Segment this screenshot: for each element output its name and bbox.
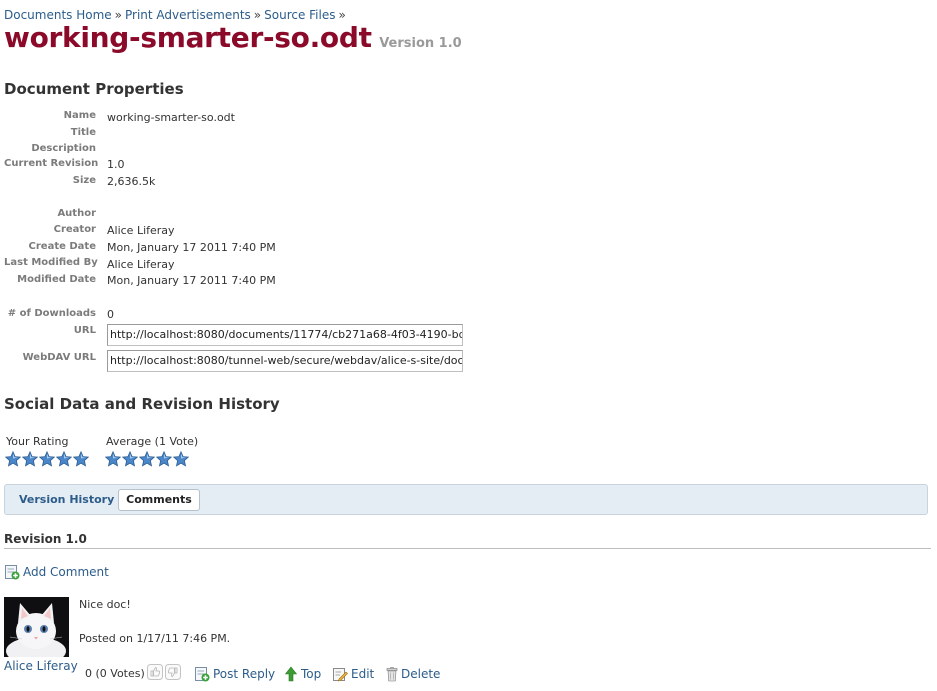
your-rating-stars[interactable]	[5, 451, 90, 467]
breadcrumb-documents-home[interactable]: Documents Home	[4, 8, 112, 22]
edit-label: Edit	[351, 667, 375, 681]
thumbs-down-icon[interactable]	[165, 664, 181, 680]
tab-comments[interactable]: Comments	[118, 489, 200, 511]
add-comment-icon	[5, 565, 20, 580]
cat-avatar-image	[4, 597, 69, 657]
page-title-row: working-smarter-so.odt Version 1.0	[4, 21, 462, 54]
property-label-create-date: Create Date	[28, 241, 96, 252]
property-label-downloads: # of Downloads	[7, 308, 96, 319]
property-label-webdav-url: WebDAV URL	[22, 352, 96, 363]
top-label: Top	[301, 667, 322, 681]
add-comment-label: Add Comment	[23, 565, 109, 579]
edit-icon	[333, 668, 348, 682]
post-reply-icon	[195, 667, 210, 682]
post-reply-button[interactable]: Post Reply	[194, 666, 275, 682]
property-label-modified-date: Modified Date	[17, 274, 96, 285]
edit-button[interactable]: Edit	[332, 666, 374, 682]
average-rating-stars	[105, 451, 190, 467]
your-rating-label: Your Rating	[6, 435, 69, 448]
property-value-downloads: 0	[107, 308, 114, 321]
breadcrumb-print-advertisements[interactable]: Print Advertisements	[125, 8, 251, 22]
comment-votes: 0 (0 Votes)	[85, 667, 145, 680]
comment-body: Nice doc!	[79, 598, 131, 611]
url-field[interactable]: http://localhost:8080/documents/11774/cb…	[107, 324, 463, 346]
average-rating-label: Average (1 Vote)	[106, 435, 199, 448]
property-label-author: Author	[57, 208, 96, 219]
property-label-last-modified-by: Last Modified By	[4, 257, 98, 268]
tab-version-history[interactable]: Version History	[19, 493, 114, 506]
average-rating-star-icon	[105, 451, 121, 467]
arrow-up-icon	[284, 666, 298, 682]
add-comment-button[interactable]: Add Comment	[4, 564, 109, 580]
trash-icon	[386, 667, 398, 682]
property-label-title: Title	[70, 127, 96, 138]
property-label-description: Description	[31, 143, 96, 154]
your-rating-star-icon[interactable]	[73, 451, 89, 467]
property-label-name: Name	[63, 110, 96, 121]
average-rating-star-icon	[173, 451, 189, 467]
average-rating-star-icon	[139, 451, 155, 467]
delete-label: Delete	[401, 667, 441, 681]
breadcrumb-separator: »	[114, 8, 123, 22]
your-rating-star-icon[interactable]	[5, 451, 21, 467]
document-version: Version 1.0	[379, 36, 462, 51]
thumbs-up-icon[interactable]	[147, 664, 163, 680]
property-value-modified-date: Mon, January 17 2011 7:40 PM	[107, 274, 276, 287]
breadcrumb-separator: »	[338, 8, 346, 22]
top-button[interactable]: Top	[284, 666, 321, 682]
average-rating-star-icon	[156, 451, 172, 467]
property-label-url: URL	[73, 325, 96, 336]
revision-divider	[4, 548, 931, 549]
avatar[interactable]	[4, 597, 69, 657]
property-label-size: Size	[72, 175, 96, 186]
breadcrumb-separator: »	[253, 8, 262, 22]
webdav-url-field[interactable]: http://localhost:8080/tunnel-web/secure/…	[107, 350, 463, 372]
your-rating-star-icon[interactable]	[39, 451, 55, 467]
page-title: working-smarter-so.odt	[4, 21, 372, 54]
vote-buttons	[147, 664, 183, 680]
your-rating-star-icon[interactable]	[22, 451, 38, 467]
social-data-heading: Social Data and Revision History	[4, 395, 280, 413]
breadcrumb-source-files[interactable]: Source Files	[264, 8, 335, 22]
your-rating-star-icon[interactable]	[56, 451, 72, 467]
property-value-size: 2,636.5k	[107, 175, 156, 188]
document-properties-heading: Document Properties	[4, 80, 184, 98]
revision-heading: Revision 1.0	[4, 532, 87, 546]
comment-posted-date: Posted on 1/17/11 7:46 PM.	[79, 632, 231, 645]
post-reply-label: Post Reply	[213, 667, 276, 681]
property-label-current-revision: Current Revision	[4, 158, 99, 169]
delete-button[interactable]: Delete	[386, 666, 440, 682]
property-value-creator: Alice Liferay	[107, 224, 175, 237]
property-label-creator: Creator	[53, 224, 96, 235]
tabs-bar: Version History Comments	[4, 484, 928, 515]
property-value-create-date: Mon, January 17 2011 7:40 PM	[107, 241, 276, 254]
property-value-name-link[interactable]: working-smarter-so.odt	[107, 111, 235, 124]
property-value-current-revision: 1.0	[107, 158, 125, 171]
property-value-last-modified-by: Alice Liferay	[107, 258, 175, 271]
breadcrumb: Documents Home» Print Advertisements» Sour…	[4, 8, 349, 22]
comment-author-link[interactable]: Alice Liferay	[4, 659, 78, 673]
average-rating-star-icon	[122, 451, 138, 467]
